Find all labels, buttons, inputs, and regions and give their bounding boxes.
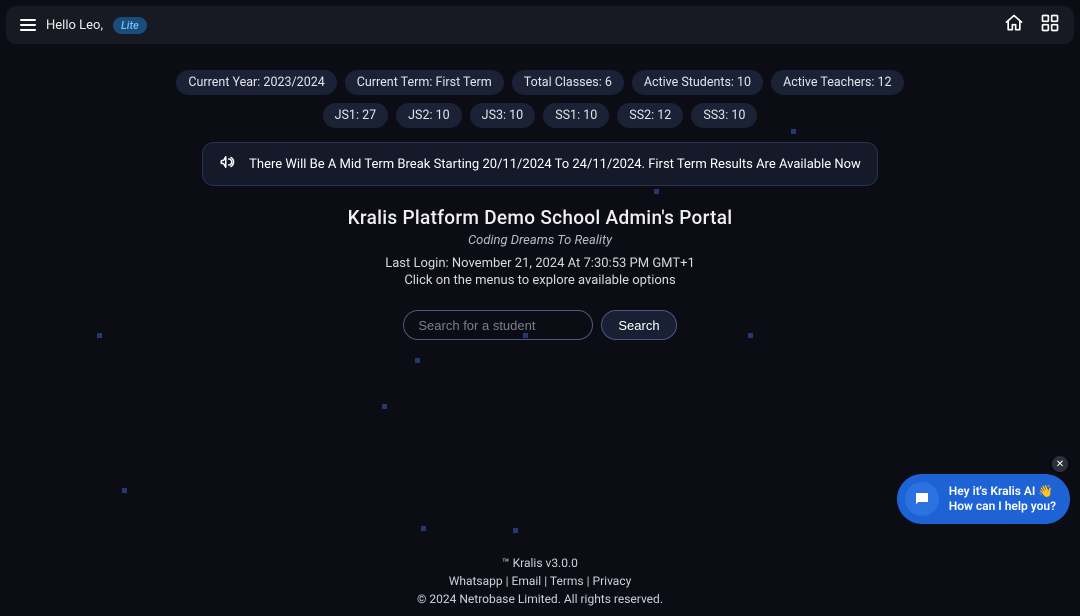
stat-pill: Active Students: 10 xyxy=(632,70,763,95)
class-pill: JS3: 10 xyxy=(470,103,536,128)
close-icon[interactable]: ✕ xyxy=(1052,456,1068,472)
plan-badge: Lite xyxy=(113,17,147,34)
top-bar-left: Hello Leo, Lite xyxy=(20,17,147,34)
footer: ™ Kralis v3.0.0 Whatsapp | Email | Terms… xyxy=(0,554,1080,608)
particle xyxy=(421,526,426,531)
class-pill: SS2: 12 xyxy=(617,103,683,128)
footer-sep: | xyxy=(503,574,512,588)
hint-text: Click on the menus to explore available … xyxy=(404,273,675,288)
chat-widget[interactable]: ✕ Hey it's Kralis AI 👋 How can I help yo… xyxy=(897,474,1070,524)
greeting-text: Hello Leo, xyxy=(46,18,103,33)
home-icon[interactable] xyxy=(1004,13,1024,37)
chat-line2: How can I help you? xyxy=(949,499,1056,514)
particle xyxy=(382,404,387,409)
stat-pill: Current Term: First Term xyxy=(345,70,504,95)
class-pill: SS3: 10 xyxy=(691,103,757,128)
footer-link-privacy[interactable]: Privacy xyxy=(593,574,632,588)
stat-pill: Total Classes: 6 xyxy=(512,70,624,95)
top-bar-right xyxy=(1004,13,1060,37)
announcement-text: There Will Be A Mid Term Break Starting … xyxy=(249,157,861,172)
top-bar: Hello Leo, Lite xyxy=(6,6,1074,44)
main-content: Current Year: 2023/2024 Current Term: Fi… xyxy=(0,50,1080,340)
portal-tagline: Coding Dreams To Reality xyxy=(468,233,612,248)
megaphone-icon xyxy=(219,153,237,175)
chat-text: Hey it's Kralis AI 👋 How can I help you? xyxy=(949,484,1056,514)
search-button[interactable]: Search xyxy=(601,310,676,340)
apps-grid-icon[interactable] xyxy=(1040,13,1060,37)
footer-sep: | xyxy=(584,574,593,588)
footer-links: Whatsapp | Email | Terms | Privacy xyxy=(0,572,1080,590)
particle xyxy=(513,528,518,533)
stat-pill: Active Teachers: 12 xyxy=(771,70,904,95)
particle xyxy=(122,488,127,493)
particle xyxy=(415,358,420,363)
footer-link-terms[interactable]: Terms xyxy=(550,574,584,588)
footer-version: ™ Kralis v3.0.0 xyxy=(0,554,1080,572)
student-search-input[interactable] xyxy=(403,310,593,340)
footer-copyright: © 2024 Netrobase Limited. All rights res… xyxy=(0,590,1080,608)
class-pill: JS1: 27 xyxy=(323,103,389,128)
search-row: Search xyxy=(403,310,676,340)
class-pill-row: JS1: 27 JS2: 10 JS3: 10 SS1: 10 SS2: 12 … xyxy=(323,103,758,128)
class-pill: JS2: 10 xyxy=(396,103,462,128)
footer-link-whatsapp[interactable]: Whatsapp xyxy=(449,574,503,588)
footer-sep: | xyxy=(541,574,550,588)
portal-title: Kralis Platform Demo School Admin's Port… xyxy=(348,206,733,229)
chat-line1: Hey it's Kralis AI 👋 xyxy=(949,484,1056,499)
menu-icon[interactable] xyxy=(20,19,36,31)
footer-link-email[interactable]: Email xyxy=(512,574,542,588)
stats-pill-row: Current Year: 2023/2024 Current Term: Fi… xyxy=(176,70,903,95)
class-pill: SS1: 10 xyxy=(543,103,609,128)
chat-icon xyxy=(905,482,939,516)
stat-pill: Current Year: 2023/2024 xyxy=(176,70,336,95)
last-login-text: Last Login: November 21, 2024 At 7:30:53… xyxy=(385,256,695,271)
announcement-bar: There Will Be A Mid Term Break Starting … xyxy=(202,142,878,186)
